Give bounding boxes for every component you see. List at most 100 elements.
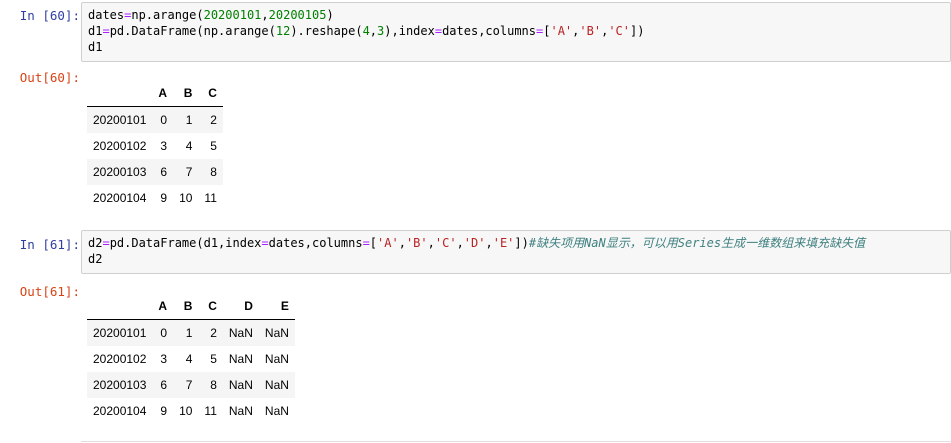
table-cell: 7 xyxy=(185,165,193,179)
column-header: C xyxy=(198,80,223,107)
row-index: 20200103 xyxy=(93,378,147,392)
code-token: , xyxy=(456,236,464,250)
table-cell: NaN xyxy=(264,352,289,366)
table-cell: 5 xyxy=(210,352,217,366)
code-token: 'C' xyxy=(434,236,457,250)
table-cell: 1 xyxy=(185,113,193,127)
index-header xyxy=(87,293,153,320)
code-token: , xyxy=(369,24,378,38)
code-token: , xyxy=(427,236,435,250)
row-index: 20200102 xyxy=(93,139,147,153)
table-cell: 1 xyxy=(185,326,193,340)
code-token: 'A' xyxy=(550,24,573,38)
table-cell: 5 xyxy=(210,139,217,153)
code-token: d1 xyxy=(88,24,103,38)
code-token: ]) xyxy=(514,236,529,250)
table-row: 20200104 9 10 11 NaN NaN xyxy=(87,398,295,424)
table-cell: NaN xyxy=(228,404,253,418)
table-cell: NaN xyxy=(264,404,289,418)
column-header: A xyxy=(152,80,174,107)
row-index: 20200103 xyxy=(93,165,147,179)
table-cell: 10 xyxy=(179,191,193,205)
code-token: dates,columns xyxy=(442,24,536,38)
code-token: ).reshape( xyxy=(290,24,363,38)
table-row: 20200101 0 1 2 NaN NaN xyxy=(87,319,295,346)
code-token: = xyxy=(102,236,110,250)
code-token: 20200105 xyxy=(268,8,327,22)
code-token: dates,columns xyxy=(268,236,363,250)
table-cell: 10 xyxy=(179,404,193,418)
table-cell: 6 xyxy=(160,165,168,179)
dataframe-table: A B C D E 20200101 0 1 2 NaN NaN 20200102 3 4 5 NaN NaN 2… xyxy=(87,293,295,424)
dataframe-table: A B C 20200101 0 1 2 20200102 3 4 5 20200103 6 7 8 2020… xyxy=(87,80,223,211)
table-row: 20200101 0 1 2 xyxy=(87,106,223,133)
table-cell: 4 xyxy=(185,352,193,366)
column-header: A xyxy=(152,293,174,320)
cell-divider xyxy=(81,441,951,442)
column-header: B xyxy=(173,293,199,320)
table-cell: 2 xyxy=(210,113,217,127)
table-cell: 9 xyxy=(160,404,168,418)
table-cell: 4 xyxy=(185,139,193,153)
input-prompt: In [60]: xyxy=(19,8,80,23)
code-token: ),index xyxy=(384,24,435,38)
code-token: 4 xyxy=(362,24,370,38)
code-token: 'B' xyxy=(405,236,428,250)
code-token: [ xyxy=(369,236,378,250)
table-cell: 0 xyxy=(160,326,168,340)
table-cell: 11 xyxy=(204,191,217,205)
table-cell: NaN xyxy=(228,352,253,366)
table-cell: NaN xyxy=(228,378,253,392)
code-token: 'E' xyxy=(492,236,515,250)
code-token: ) xyxy=(326,8,334,22)
code-token: , xyxy=(485,236,493,250)
code-token: , xyxy=(261,8,269,22)
table-cell: 11 xyxy=(204,404,217,418)
code-line: d1 xyxy=(88,39,944,55)
code-token: dates xyxy=(88,8,125,22)
code-line: d2=pd.DataFrame(d1,index=dates,columns=[… xyxy=(88,235,944,251)
column-header: B xyxy=(173,80,199,107)
code-token: np.arange( xyxy=(131,8,204,22)
table-row: 20200102 3 4 5 xyxy=(87,133,223,159)
code-token: = xyxy=(102,24,110,38)
table-cell: 6 xyxy=(160,378,168,392)
code-input[interactable]: dates=np.arange(20200101,20200105) d1=pd.… xyxy=(81,2,951,62)
code-input[interactable]: d2=pd.DataFrame(d1,index=dates,columns=[… xyxy=(81,230,951,274)
output-prompt: Out[61]: xyxy=(19,284,80,299)
index-header xyxy=(87,80,153,107)
table-cell: 9 xyxy=(160,191,168,205)
table-cell: 8 xyxy=(210,378,217,392)
row-index: 20200104 xyxy=(93,404,147,418)
table-row: 20200103 6 7 8 xyxy=(87,159,223,185)
code-token: #缺失项用NaN显示，可以用Series生成一维数组来填充缺失值 xyxy=(528,236,866,250)
table-cell: 8 xyxy=(210,165,217,179)
code-token: 'C' xyxy=(608,24,630,38)
table-cell: 7 xyxy=(185,378,193,392)
table-cell: NaN xyxy=(264,326,289,340)
table-cell: NaN xyxy=(228,326,253,340)
column-header: D xyxy=(222,293,259,320)
row-index: 20200101 xyxy=(93,326,147,340)
table-cell: 0 xyxy=(160,113,168,127)
column-header: E xyxy=(258,293,295,320)
column-header: C xyxy=(198,293,223,320)
input-prompt: In [61]: xyxy=(19,237,80,252)
table-cell: 3 xyxy=(160,139,168,153)
code-token: = xyxy=(261,236,269,250)
row-index: 20200104 xyxy=(93,191,147,205)
code-token: 12 xyxy=(275,24,291,38)
code-line: d2 xyxy=(88,251,944,267)
row-index: 20200101 xyxy=(93,113,147,127)
table-row: 20200104 9 10 11 xyxy=(87,185,223,211)
code-token: 'A' xyxy=(377,236,399,250)
code-line: dates=np.arange(20200101,20200105) xyxy=(88,7,944,23)
output-prompt: Out[60]: xyxy=(19,70,80,85)
code-token: 'B' xyxy=(579,24,602,38)
table-cell: 2 xyxy=(210,326,217,340)
code-token: pd.DataFrame(np.arange( xyxy=(109,24,276,38)
table-row: 20200102 3 4 5 NaN NaN xyxy=(87,346,295,372)
code-token: 20200101 xyxy=(203,8,262,22)
code-token: d1 xyxy=(88,40,103,54)
code-token: , xyxy=(398,236,406,250)
